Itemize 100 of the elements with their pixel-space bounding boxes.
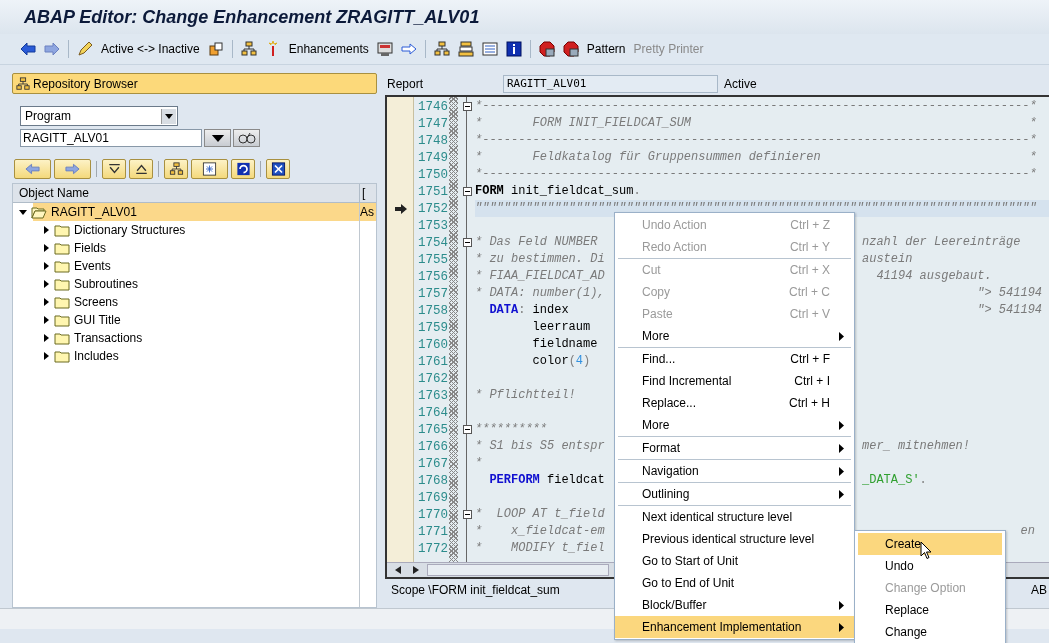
- collapse-icon[interactable]: [462, 425, 472, 434]
- forward-arrow-icon: [65, 162, 80, 176]
- menu-item[interactable]: Enhancement Implementation: [615, 616, 854, 638]
- menu-item[interactable]: Replace: [858, 599, 1002, 621]
- expander-icon[interactable]: [42, 316, 50, 324]
- info-icon[interactable]: [505, 41, 522, 57]
- scroll-left-icon[interactable]: [395, 566, 401, 574]
- code-text: * DATA: number(1),: [475, 285, 606, 302]
- code-text: en: [1019, 523, 1036, 540]
- menu-item[interactable]: Outlining: [615, 483, 854, 505]
- code-text: * S1 bis S5 entspr: [475, 438, 606, 455]
- expander-icon[interactable]: [42, 244, 50, 252]
- collapse-icon[interactable]: [462, 238, 472, 247]
- line-number: 1771: [417, 524, 449, 539]
- menu-item[interactable]: More: [615, 414, 854, 436]
- dropdown-button[interactable]: [204, 129, 231, 147]
- code-text: * Feldkatalog für Gruppensummen definieren *: [475, 149, 1038, 166]
- tree-item[interactable]: Events: [74, 259, 111, 273]
- code-text: DATA: index: [488, 302, 570, 319]
- code-text: "> 541194: [976, 285, 1044, 302]
- panel-title: Repository Browser: [33, 76, 138, 91]
- code-text: **********: [475, 421, 548, 438]
- arrow-icon[interactable]: [400, 41, 417, 57]
- menu-item[interactable]: Create: [858, 533, 1002, 555]
- forward-arrow-icon[interactable]: [44, 41, 60, 57]
- tree-item[interactable]: GUI Title: [74, 313, 121, 327]
- select-button[interactable]: [191, 159, 228, 179]
- toolbar-button[interactable]: Enhancements: [288, 42, 369, 56]
- expander-icon[interactable]: [42, 334, 50, 342]
- code-text: * zu bestimmen. Di: [475, 251, 606, 268]
- expander-icon[interactable]: [42, 262, 50, 270]
- expander-icon[interactable]: [42, 280, 50, 288]
- report-label: Report: [386, 77, 425, 91]
- display-button[interactable]: [233, 129, 260, 147]
- menu-item[interactable]: Go to End of Unit: [615, 572, 854, 594]
- mouse-pointer-icon: [920, 541, 932, 560]
- line-number: 1760: [417, 337, 449, 352]
- code-text: nzahl der Leereinträge: [862, 234, 1022, 251]
- toolbar-button[interactable]: Pattern: [586, 42, 626, 56]
- menu-item[interactable]: More: [615, 325, 854, 347]
- back-button[interactable]: [14, 159, 51, 179]
- close-button[interactable]: [266, 159, 290, 179]
- tree-item[interactable]: Subroutines: [74, 277, 139, 291]
- tree-item[interactable]: Dictionary Structures: [74, 223, 186, 237]
- toolbar-button[interactable]: Active <-> Inactive: [101, 42, 200, 56]
- back-arrow-icon: [25, 162, 40, 176]
- back-arrow-icon[interactable]: [20, 41, 36, 57]
- menu-item[interactable]: Navigation: [615, 460, 854, 482]
- screen-icon[interactable]: [376, 41, 393, 57]
- tree-item[interactable]: Transactions: [74, 331, 143, 345]
- menu-item[interactable]: Next identical structure level: [615, 506, 854, 528]
- stack-icon[interactable]: [457, 41, 474, 57]
- menu-item[interactable]: Previous identical structure level: [615, 528, 854, 550]
- stop-sign-icon[interactable]: [562, 41, 579, 57]
- tree-item[interactable]: Includes: [74, 349, 119, 363]
- menu-item[interactable]: Go to Start of Unit: [615, 550, 854, 572]
- line-number: 1751: [417, 184, 449, 199]
- menu-item[interactable]: Change: [858, 621, 1002, 643]
- objects-icon[interactable]: [207, 41, 224, 57]
- tree-item[interactable]: RAGITT_ALV01: [51, 205, 137, 219]
- line-number: 1750: [417, 167, 449, 182]
- menu-item[interactable]: Find... Ctrl + F: [615, 348, 854, 370]
- expander-icon[interactable]: [42, 352, 50, 360]
- code-text: color(4): [531, 353, 592, 370]
- line-number: 1747: [417, 116, 449, 131]
- expand-button[interactable]: [102, 159, 126, 179]
- hierarchy-icon[interactable]: [240, 41, 257, 57]
- tree-item[interactable]: Screens: [74, 295, 119, 309]
- forward-button[interactable]: [54, 159, 91, 179]
- hierarchy-icon[interactable]: [433, 41, 450, 57]
- expander-icon[interactable]: [42, 226, 50, 234]
- menu-item[interactable]: Undo: [858, 555, 1002, 577]
- hierarchy-button[interactable]: [164, 159, 188, 179]
- refresh-button[interactable]: [231, 159, 255, 179]
- collapse-button[interactable]: [129, 159, 153, 179]
- code-text: * Pflichtteil!: [475, 387, 577, 404]
- menu-item[interactable]: Replace... Ctrl + H: [615, 392, 854, 414]
- collapse-icon[interactable]: [462, 102, 472, 111]
- menu-item[interactable]: Block/Buffer: [615, 594, 854, 616]
- expander-icon[interactable]: [42, 298, 50, 306]
- scrollbar-thumb[interactable]: [427, 564, 609, 576]
- chevron-up-icon: [133, 162, 149, 176]
- menu-item[interactable]: Format: [615, 437, 854, 459]
- code-text: * MODIFY t_fiel: [475, 540, 606, 557]
- tree-item[interactable]: Fields: [74, 241, 106, 255]
- scroll-right-icon[interactable]: [413, 566, 419, 574]
- code-text: * FIAA_FIELDCAT_AD: [475, 268, 606, 285]
- expander-icon[interactable]: [19, 208, 27, 216]
- menu-item[interactable]: Find Incremental Ctrl + I: [615, 370, 854, 392]
- glasses-icon: [237, 132, 256, 144]
- pencil-icon[interactable]: [77, 41, 93, 57]
- status-text: AB: [1031, 583, 1047, 597]
- stop-sign-icon[interactable]: [538, 41, 555, 57]
- object-name-field[interactable]: RAGITT_ALV01: [20, 129, 202, 147]
- object-type-dropdown[interactable]: Program: [20, 106, 178, 126]
- list-icon[interactable]: [481, 41, 498, 57]
- line-number: 1762: [417, 371, 449, 386]
- collapse-icon[interactable]: [462, 187, 472, 196]
- line-number: 1759: [417, 320, 449, 335]
- collapse-icon[interactable]: [462, 510, 472, 519]
